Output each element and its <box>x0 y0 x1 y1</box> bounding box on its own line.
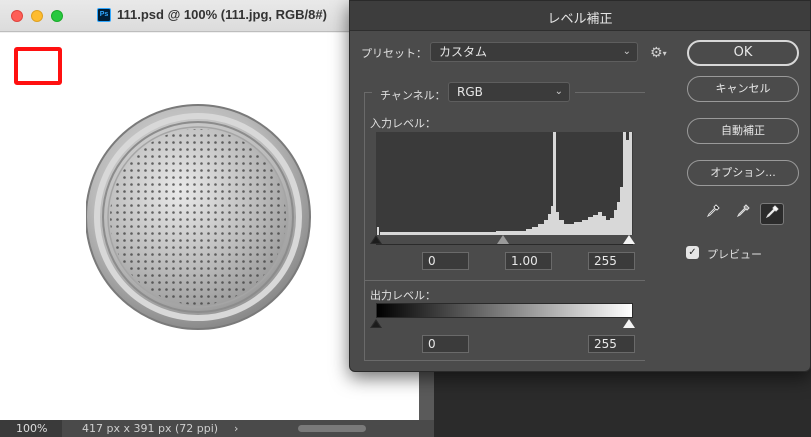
status-bar: 100% 417 px x 391 px (72 ppi) › <box>0 420 434 437</box>
zoom-level-field[interactable]: 100% <box>0 420 62 437</box>
white-eyedropper-icon[interactable] <box>760 203 784 225</box>
horizontal-scroll-thumb[interactable] <box>298 425 366 432</box>
auto-button[interactable]: 自動補正 <box>687 118 799 144</box>
photoshop-document-icon: Ps <box>97 8 111 22</box>
output-black-field[interactable]: 0 <box>422 335 469 353</box>
output-levels-label: 出力レベル： <box>370 289 436 302</box>
input-black-slider-handle[interactable] <box>370 235 382 244</box>
group-border-top-right <box>575 92 645 93</box>
output-black-slider-handle[interactable] <box>370 319 382 328</box>
chevron-down-icon: ⌄ <box>622 46 631 57</box>
input-black-field[interactable]: 0 <box>422 252 469 270</box>
channel-dropdown[interactable]: RGB ⌄ <box>448 82 570 102</box>
group-border-top-left <box>364 92 372 93</box>
input-gamma-field[interactable]: 1.00 <box>505 252 552 270</box>
document-title: 111.psd @ 100% (111.jpg, RGB/8#) <box>117 7 327 22</box>
preview-checkbox[interactable]: ✓ <box>686 246 699 259</box>
chevron-down-icon: ⌄ <box>554 86 563 97</box>
filter-basket-image <box>86 104 311 330</box>
dialog-titlebar[interactable]: レベル補正 <box>350 1 810 31</box>
group-divider <box>364 280 645 281</box>
output-white-field[interactable]: 255 <box>588 335 635 353</box>
chevron-down-icon: ▾ <box>662 49 667 58</box>
preview-label: プレビュー <box>707 248 762 261</box>
black-eyedropper-icon[interactable] <box>701 203 725 225</box>
histogram-graph <box>377 132 632 235</box>
document-size-info: 417 px x 391 px (72 ppi) <box>82 422 219 435</box>
preset-options-button[interactable]: ⚙▾ <box>650 45 667 61</box>
output-white-slider-handle[interactable] <box>623 319 635 328</box>
output-gradient-bar <box>376 303 633 318</box>
input-gamma-slider-handle[interactable] <box>497 235 509 244</box>
channel-value: RGB <box>457 85 483 99</box>
dialog-title: レベル補正 <box>547 12 613 27</box>
options-button[interactable]: オプション... <box>687 160 799 186</box>
input-slider-track <box>376 244 633 245</box>
group-border-bottom <box>364 360 645 361</box>
histogram <box>376 132 633 235</box>
cancel-button[interactable]: キャンセル <box>687 76 799 102</box>
preset-dropdown[interactable]: カスタム ⌄ <box>430 42 638 62</box>
preset-label: プリセット： <box>361 47 427 60</box>
red-annotation-rectangle <box>14 47 62 85</box>
gear-icon: ⚙ <box>650 45 663 61</box>
zoom-window-button[interactable] <box>51 10 63 22</box>
channel-label: チャンネル： <box>380 89 446 102</box>
input-levels-label: 入力レベル： <box>370 117 436 130</box>
group-border-left <box>364 92 365 361</box>
input-white-field[interactable]: 255 <box>588 252 635 270</box>
gray-eyedropper-icon[interactable] <box>731 203 755 225</box>
levels-dialog: レベル補正 プリセット： カスタム ⌄ ⚙▾ チャンネル： RGB ⌄ 入力レベ… <box>349 0 811 372</box>
minimize-window-button[interactable] <box>31 10 43 22</box>
close-window-button[interactable] <box>11 10 23 22</box>
input-white-slider-handle[interactable] <box>623 235 635 244</box>
preset-value: カスタム <box>439 45 488 59</box>
status-info-arrow[interactable]: › <box>234 420 238 437</box>
ok-button[interactable]: OK <box>687 40 799 66</box>
